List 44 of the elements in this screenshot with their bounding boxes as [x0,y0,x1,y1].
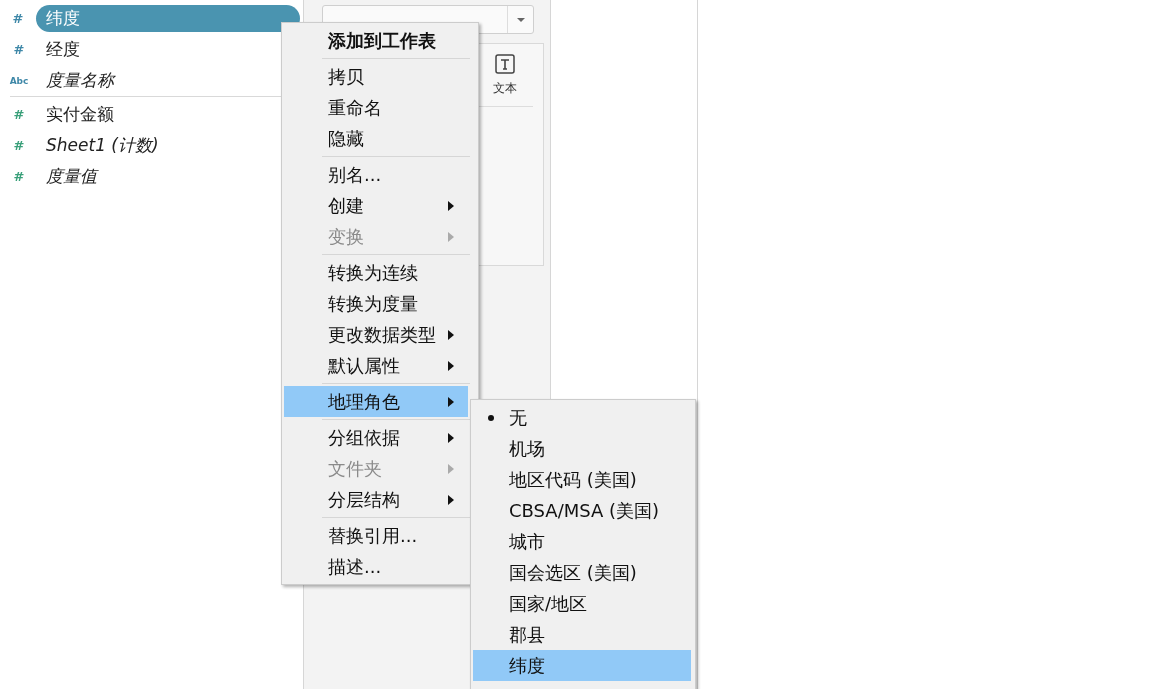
menu-item[interactable]: 无 [473,402,691,433]
menu-item[interactable]: 转换为度量 [284,288,468,319]
menu-item[interactable]: 拷贝 [284,61,468,92]
menu-item[interactable]: 替换引用... [284,520,468,551]
menu-item[interactable]: 郡县 [473,619,691,650]
menu-item[interactable]: 国会选区 (美国) [473,557,691,588]
caret-icon [516,17,525,22]
menu-item[interactable]: 默认属性 [284,350,468,381]
submenu-arrow-icon [448,463,454,474]
number-type-icon: # [13,138,25,153]
menu-item[interactable]: 分组依据 [284,422,468,453]
number-type-icon: # [13,42,25,57]
submenu-arrow-icon [448,494,454,505]
number-type-icon: # [13,107,25,122]
menu-item[interactable]: 地区代码 (美国) [473,464,691,495]
number-type-icon: # [12,11,24,26]
field-pill[interactable]: 度量值 [38,165,105,188]
field-pill[interactable]: 实付金额 [38,103,122,126]
menu-item[interactable]: 重命名 [284,92,468,123]
menu-item[interactable]: CBSA/MSA (美国) [473,495,691,526]
menu-item[interactable]: 隐藏 [284,123,468,154]
number-type-icon: # [13,169,25,184]
field-pill[interactable]: 度量名称 [38,69,122,92]
text-icon [495,53,515,74]
menu-item[interactable]: 国家/地区 [473,588,691,619]
submenu-arrow-icon [448,432,454,443]
field-pill[interactable]: 经度 [38,38,88,61]
submenu-arrow-icon [448,200,454,211]
menu-item[interactable]: 分层结构 [284,484,468,515]
menu-item[interactable]: 转换为连续 [284,257,468,288]
menu-item[interactable]: 机场 [473,433,691,464]
menu-item[interactable]: 创建 [284,190,468,221]
menu-item[interactable]: 更改数据类型 [284,319,468,350]
string-type-icon: Abc [9,75,29,86]
menu-item[interactable]: 描述... [284,551,468,582]
menu-item[interactable]: 纬度 [473,650,691,681]
menu-item[interactable]: 别名... [284,159,468,190]
submenu-arrow-icon [448,231,454,242]
field-pill[interactable]: Sheet1 (计数) [38,134,167,157]
submenu-arrow-icon [448,329,454,340]
menu-item[interactable]: 城市 [473,526,691,557]
submenu-arrow-icon [448,396,454,407]
submenu-arrow-icon [448,360,454,371]
menu-item[interactable]: 地理角色 [284,386,468,417]
